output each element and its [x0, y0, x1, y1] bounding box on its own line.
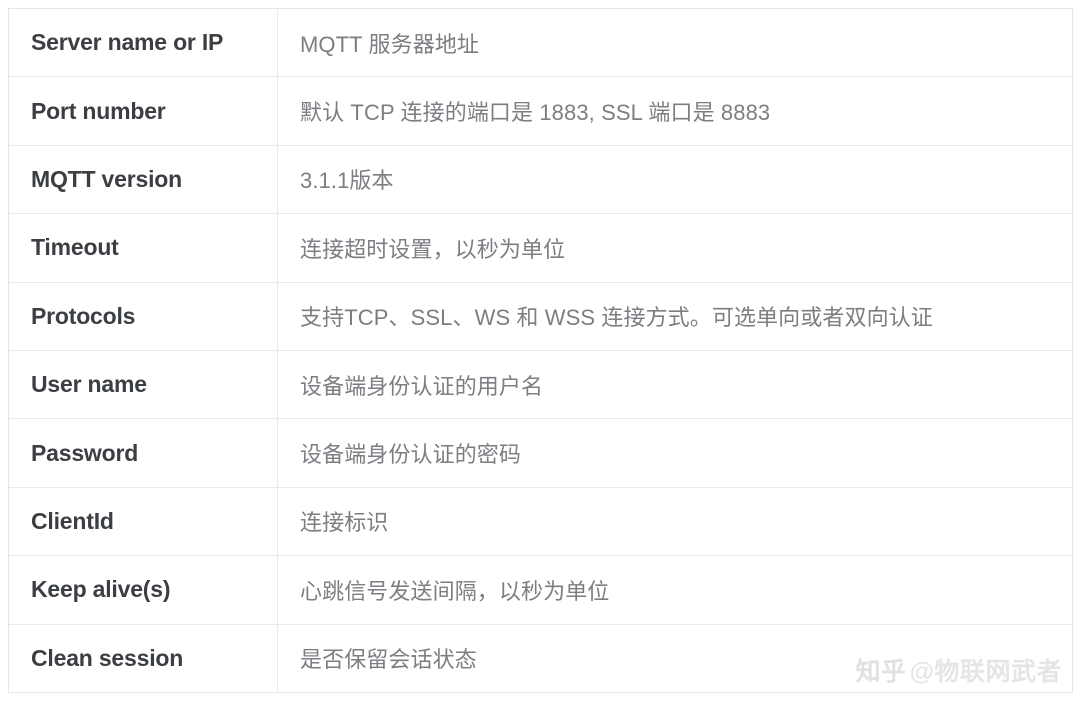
- parameter-name-cell: User name: [8, 349, 278, 420]
- parameter-description-cell: 心跳信号发送间隔，以秒为单位: [277, 555, 1073, 625]
- document-page: Server name or IP MQTT 服务器地址 Port number…: [0, 0, 1080, 708]
- parameter-description-cell: 连接超时设置，以秒为单位: [277, 213, 1073, 283]
- table-row: Server name or IP MQTT 服务器地址: [8, 8, 1073, 78]
- parameter-name-cell: Keep alive(s): [8, 555, 278, 625]
- parameter-description-cell: 3.1.1版本: [277, 144, 1073, 215]
- table-row: Keep alive(s) 心跳信号发送间隔，以秒为单位: [8, 555, 1073, 625]
- parameter-name-cell: Password: [8, 418, 278, 488]
- parameter-name-cell: Protocols: [8, 281, 278, 351]
- parameter-description-cell: 连接标识: [277, 486, 1073, 557]
- parameter-name-cell: Port number: [8, 76, 278, 146]
- table-row: Clean session 是否保留会话状态: [8, 623, 1073, 693]
- parameter-name-cell: Clean session: [8, 623, 278, 693]
- parameter-name-cell: MQTT version: [8, 144, 278, 215]
- parameter-name-cell: Timeout: [8, 213, 278, 283]
- parameter-name-cell: Server name or IP: [8, 8, 278, 78]
- parameter-description-cell: 支持TCP、SSL、WS 和 WSS 连接方式。可选单向或者双向认证: [277, 281, 1073, 351]
- table-row: ClientId 连接标识: [8, 486, 1073, 557]
- table-row: Password 设备端身份认证的密码: [8, 418, 1073, 488]
- table-row: Protocols 支持TCP、SSL、WS 和 WSS 连接方式。可选单向或者…: [8, 281, 1073, 351]
- table-row: Timeout 连接超时设置，以秒为单位: [8, 213, 1073, 283]
- table-row: Port number 默认 TCP 连接的端口是 1883, SSL 端口是 …: [8, 76, 1073, 146]
- parameter-description-cell: 设备端身份认证的用户名: [277, 349, 1073, 420]
- mqtt-parameters-table: Server name or IP MQTT 服务器地址 Port number…: [8, 8, 1073, 693]
- parameter-description-cell: MQTT 服务器地址: [277, 8, 1073, 78]
- parameter-description-cell: 是否保留会话状态: [277, 623, 1073, 693]
- table-row: MQTT version 3.1.1版本: [8, 144, 1073, 215]
- table-row: User name 设备端身份认证的用户名: [8, 349, 1073, 420]
- table-body: Server name or IP MQTT 服务器地址 Port number…: [8, 8, 1073, 693]
- parameter-description-cell: 设备端身份认证的密码: [277, 418, 1073, 488]
- parameter-name-cell: ClientId: [8, 486, 278, 557]
- parameter-description-cell: 默认 TCP 连接的端口是 1883, SSL 端口是 8883: [277, 76, 1073, 146]
